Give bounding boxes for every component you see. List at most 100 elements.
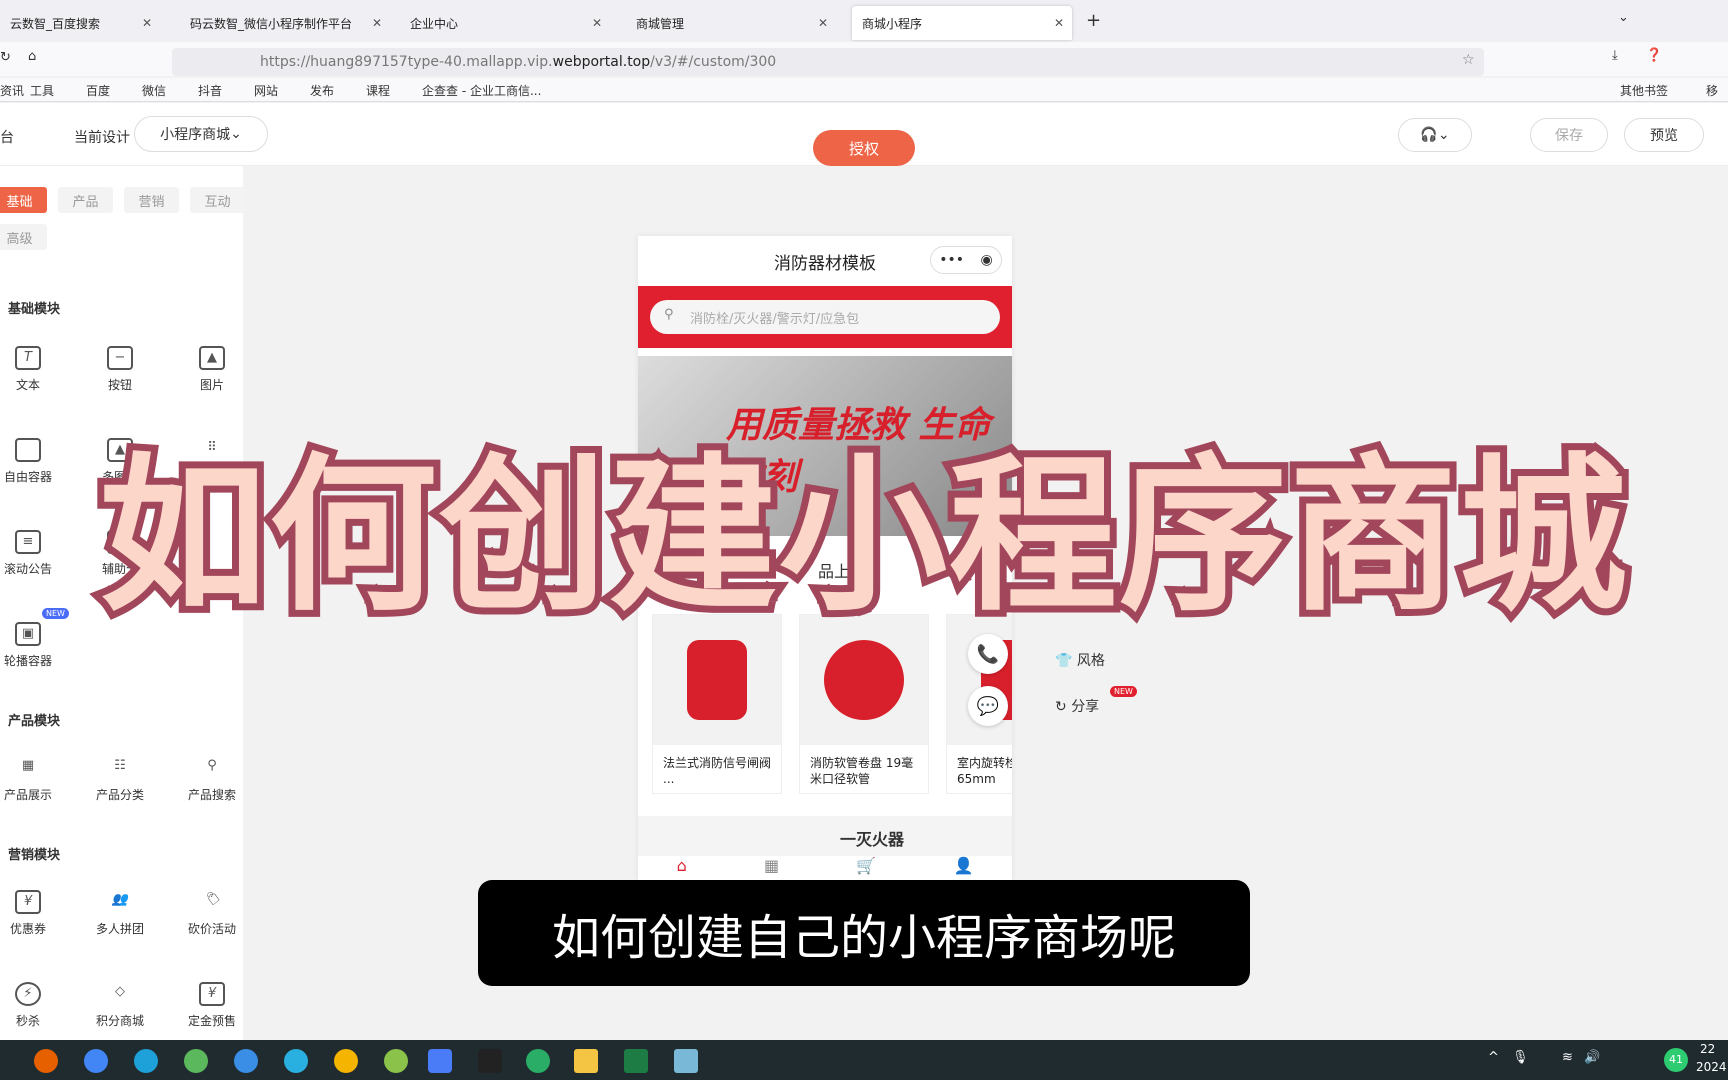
cart-icon[interactable]: 🛒 (856, 856, 876, 880)
app-icon[interactable] (284, 1049, 308, 1073)
search-grid-icon: ⚲ (207, 758, 217, 773)
bookmark[interactable]: 网站 (254, 82, 278, 99)
block-coupon[interactable]: ¥ 优惠券 (0, 890, 68, 937)
chrome-icon[interactable] (84, 1049, 108, 1073)
style-option[interactable]: 👕 风格 (1055, 650, 1105, 670)
current-design-label: 当前设计 (74, 130, 130, 146)
wifi-icon[interactable]: ≋ (1562, 1050, 1573, 1065)
folder-icon[interactable] (574, 1049, 598, 1073)
block-label: 按钮 (107, 378, 132, 392)
bookmark[interactable]: 移 (1706, 82, 1718, 99)
close-icon[interactable]: ✕ (592, 16, 602, 30)
tab-enterprise[interactable]: 企业中心 ✕ (400, 6, 610, 40)
capsule-menu[interactable]: ••• ◉ (930, 246, 1002, 274)
diamond-icon: ◇ (115, 984, 125, 999)
qq-icon[interactable] (478, 1049, 502, 1073)
chevron-up-icon[interactable]: ^ (1488, 1050, 1499, 1065)
block-product-category[interactable]: ☷ 产品分类 (80, 756, 160, 803)
more-icon[interactable]: ••• (939, 252, 964, 268)
block-flash-sale[interactable]: ⚡ 秒杀 (0, 982, 68, 1029)
reload-icon[interactable]: ↻ (0, 50, 11, 65)
bookmark[interactable]: 微信 (142, 82, 166, 99)
bookmark[interactable]: 工具 (30, 82, 54, 99)
block-button[interactable]: − 按钮 (80, 346, 160, 393)
tab-mall-admin[interactable]: 商城管理 ✕ (626, 6, 836, 40)
block-group-buy[interactable]: 👥 多人拼团 (80, 890, 160, 937)
wechat-icon[interactable] (526, 1049, 550, 1073)
block-product-display[interactable]: ▦ 产品展示 (0, 756, 68, 803)
browser-icon[interactable] (184, 1049, 208, 1073)
edge-icon[interactable] (134, 1049, 158, 1073)
app-icon[interactable] (428, 1049, 452, 1073)
bookmark[interactable]: 企查查 - 企业工商信... (422, 82, 541, 99)
help-icon[interactable]: ❓ (1646, 48, 1662, 63)
block-presale[interactable]: ¥ 定金预售 (172, 982, 252, 1029)
app-icon[interactable] (384, 1049, 408, 1073)
home-icon[interactable]: ⌂ (677, 856, 687, 880)
section-heading: 一灭火器 (840, 830, 905, 849)
block-image[interactable]: ▲ 图片 (172, 346, 252, 393)
preview-button[interactable]: 预览 (1624, 118, 1704, 152)
mic-icon[interactable]: 🎙 (1512, 1050, 1529, 1065)
close-icon[interactable]: ✕ (1054, 16, 1064, 30)
left-menu[interactable]: 台 (0, 127, 14, 147)
tag-icon: 🏷 (203, 892, 221, 907)
bookmark[interactable]: 百度 (86, 82, 110, 99)
text-icon: T (15, 346, 41, 370)
tab-interaction[interactable]: 互动 (190, 187, 245, 213)
block-text[interactable]: T 文本 (0, 346, 68, 393)
new-tab-icon[interactable]: + (1086, 10, 1101, 31)
authorize-button[interactable]: 授权 (813, 130, 915, 166)
tab-mall-miniprogram[interactable]: 商城小程序 ✕ (852, 6, 1072, 40)
block-bargain[interactable]: 🏷 砍价活动 (172, 890, 252, 937)
tab-product[interactable]: 产品 (58, 187, 113, 213)
option-label: 风格 (1076, 653, 1105, 669)
star-icon[interactable]: ☆ (1462, 52, 1475, 68)
close-icon[interactable]: ✕ (142, 16, 152, 30)
block-product-search[interactable]: ⚲ 产品搜索 (172, 756, 252, 803)
app-icon[interactable] (334, 1049, 358, 1073)
chevron-down-icon[interactable]: ⌄ (1618, 10, 1629, 25)
close-icon[interactable]: ✕ (372, 16, 382, 30)
bookmarks-bar: 资讯 工具 百度 微信 抖音 网站 发布 课程 企查查 - 企业工商信... 其… (0, 78, 1728, 102)
category-icon[interactable]: ▦ (764, 856, 779, 880)
block-label: 文本 (15, 378, 40, 392)
notepad-icon[interactable] (674, 1049, 698, 1073)
search-icon: ⚲ (664, 307, 674, 322)
tab-basic[interactable]: 基础 (0, 187, 47, 213)
close-icon[interactable]: ✕ (818, 16, 828, 30)
tab-baidu[interactable]: 云数智_百度搜索 ✕ (0, 6, 160, 40)
block-points-mall[interactable]: ◇ 积分商城 (80, 982, 160, 1029)
url-bar[interactable]: https://huang897157type-40.mallapp.vip. w… (172, 48, 1484, 76)
wechat-icon[interactable]: 💬 (968, 686, 1008, 726)
url-prefix: https://huang897157type-40.mallapp.vip. (260, 54, 553, 70)
home-icon[interactable]: ⌂ (28, 49, 36, 64)
search-input[interactable]: ⚲ 消防栓/灭火器/警示灯/应急包 (650, 300, 1000, 334)
tab-marketing[interactable]: 营销 (124, 187, 179, 213)
user-icon[interactable]: 👤 (953, 856, 973, 880)
bookmark[interactable]: 其他书签 (1620, 82, 1668, 99)
tab-platform[interactable]: 码云数智_微信小程序制作平台 ✕ (180, 6, 390, 40)
tab-label: 企业中心 (410, 16, 459, 31)
firefox-icon[interactable] (34, 1049, 58, 1073)
bookmark[interactable]: 抖音 (198, 82, 222, 99)
clock-time[interactable]: 22 (1700, 1042, 1715, 1056)
subtitle-caption: 如何创建自己的小程序商场呢 (478, 880, 1250, 986)
support-button[interactable]: 🎧⌄ (1398, 118, 1472, 152)
block-label: 定金预售 (187, 1014, 236, 1028)
excel-icon[interactable] (624, 1049, 648, 1073)
bookmark[interactable]: 资讯 (0, 82, 24, 99)
sogou-icon[interactable] (234, 1049, 258, 1073)
clock-date[interactable]: 2024 (1696, 1060, 1727, 1074)
block-label: 产品展示 (3, 788, 52, 802)
bookmark[interactable]: 课程 (366, 82, 390, 99)
save-button[interactable]: 保存 (1530, 118, 1608, 152)
design-select[interactable]: 小程序商城 ⌄ (134, 116, 268, 152)
tab-advanced[interactable]: 高级 (0, 224, 47, 250)
bookmark[interactable]: 发布 (310, 82, 334, 99)
target-icon[interactable]: ◉ (981, 252, 993, 268)
download-icon[interactable]: ⤓ (1612, 48, 1618, 63)
battery-badge[interactable]: 41 (1664, 1048, 1688, 1072)
volume-icon[interactable]: 🔊 (1584, 1050, 1600, 1065)
share-option[interactable]: ↻ 分享 (1055, 696, 1099, 716)
